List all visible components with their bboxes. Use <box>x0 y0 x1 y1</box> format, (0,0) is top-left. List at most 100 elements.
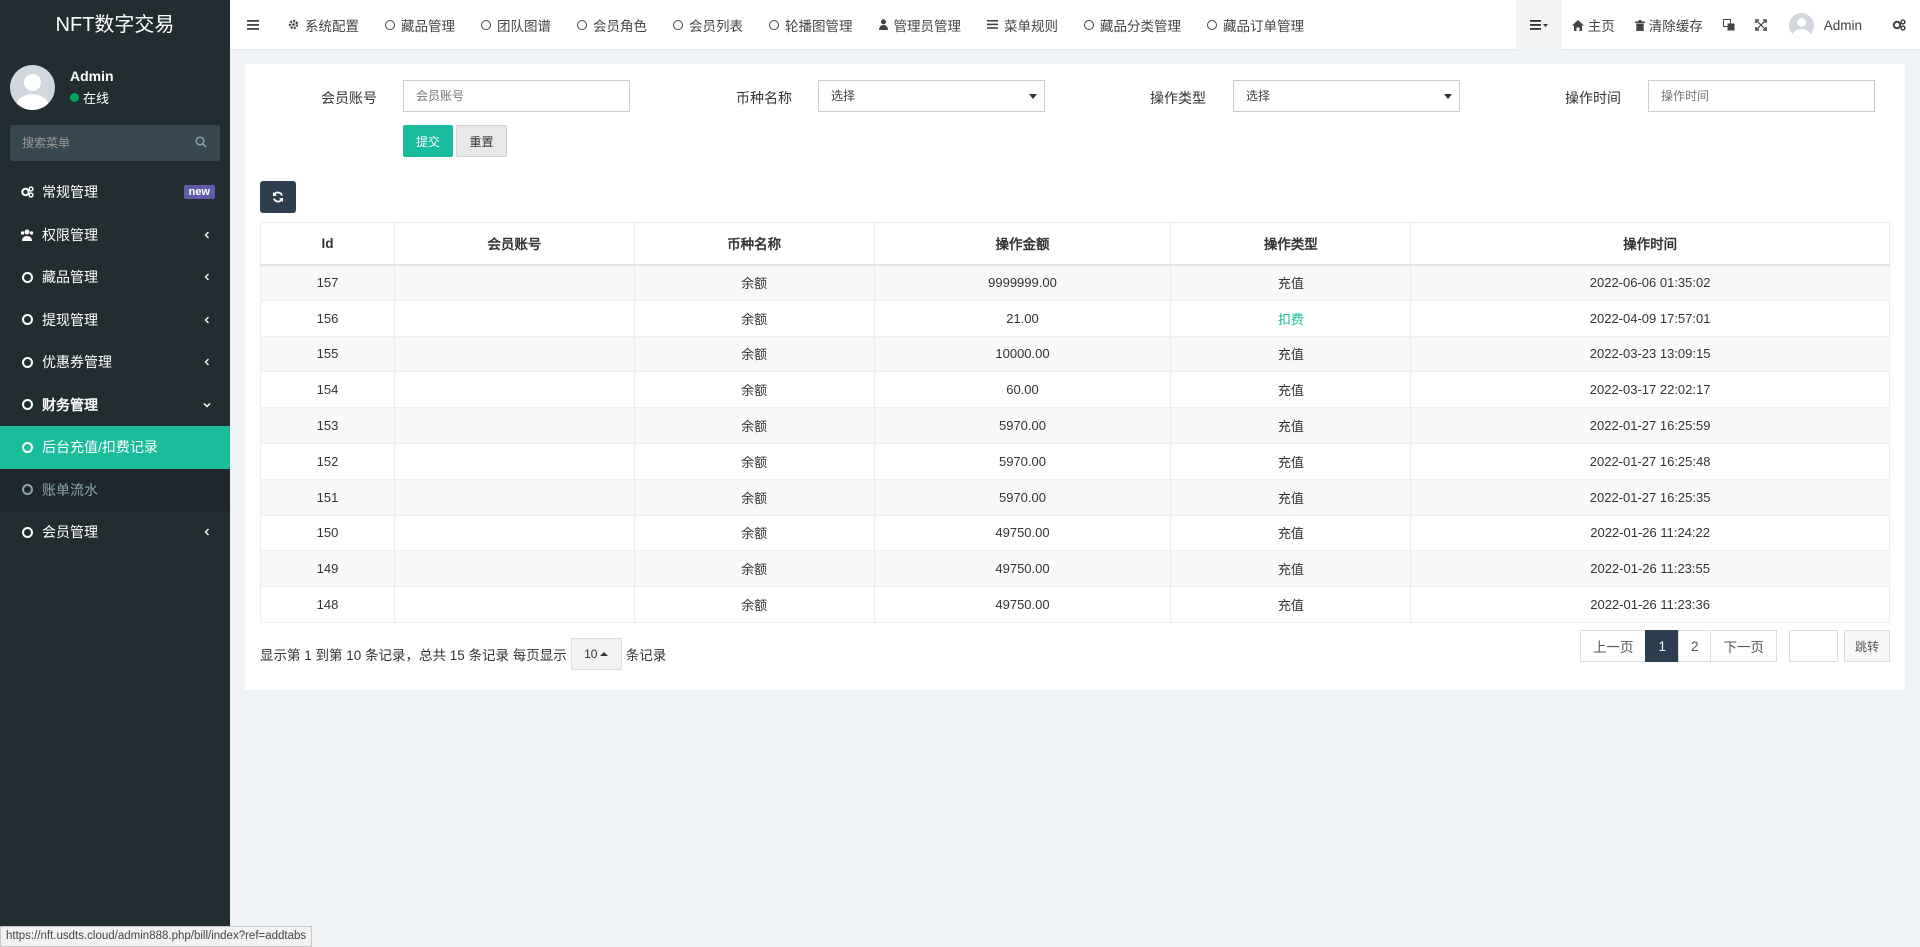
search-icon[interactable] <box>195 136 207 148</box>
column-header-type[interactable]: 操作类型 <box>1170 222 1412 266</box>
sidebar-item-bill-flow[interactable]: 账单流水 <box>0 468 230 511</box>
pagination-info: 显示第 1 到第 10 条记录，总共 15 条记录 每页显示 10 条记录 <box>260 638 666 670</box>
sidebar-item-recharge-records[interactable]: 后台充值/扣费记录 <box>0 426 230 469</box>
sidebar-item-general[interactable]: 常规管理 new <box>0 171 230 214</box>
table-row[interactable]: 153 余额 5970.00 充值 2022-01-27 16:25:59 <box>260 407 1890 444</box>
tab-label: 会员角色 <box>593 18 647 34</box>
table-row[interactable]: 149 余额 49750.00 充值 2022-01-26 11:23:55 <box>260 550 1890 588</box>
tab-member-role[interactable]: 会员角色 <box>564 0 660 50</box>
cell-currency: 余额 <box>633 300 875 337</box>
cell-time: 2022-01-26 11:23:36 <box>1410 586 1890 623</box>
cell-id: 150 <box>260 515 395 552</box>
currency-select[interactable]: 选择 <box>818 80 1045 112</box>
optype-select-value: 选择 <box>1246 89 1271 103</box>
cell-type: 充值 <box>1170 336 1412 373</box>
column-header-id[interactable]: Id <box>260 222 395 266</box>
table-row[interactable]: 152 余额 5970.00 充值 2022-01-27 16:25:48 <box>260 443 1890 480</box>
user-status-label: 在线 <box>83 91 110 106</box>
brand-logo[interactable]: NFT数字交易 <box>0 0 230 50</box>
circle-o-icon <box>21 441 33 453</box>
submit-button[interactable]: 提交 <box>403 125 453 157</box>
reset-button[interactable]: 重置 <box>456 125 507 157</box>
chevron-left-icon <box>204 358 209 366</box>
cell-currency: 余额 <box>633 264 875 301</box>
table-row[interactable]: 148 余额 49750.00 充值 2022-01-26 11:23:36 <box>260 586 1890 623</box>
user-name: Admin <box>70 68 114 84</box>
user-menu[interactable]: Admin <box>1777 0 1882 50</box>
account-filter-input[interactable] <box>403 80 630 112</box>
tab-admin-manage[interactable]: 管理员管理 <box>866 0 975 50</box>
sidebar-item-permission[interactable]: 权限管理 <box>0 214 230 257</box>
cell-id: 155 <box>260 336 395 373</box>
page-button-1[interactable]: 1 <box>1645 630 1679 662</box>
cell-currency: 余额 <box>633 479 875 516</box>
column-header-amount[interactable]: 操作金额 <box>873 222 1172 266</box>
refresh-button[interactable] <box>260 181 296 213</box>
tab-label: 藏品订单管理 <box>1223 18 1304 34</box>
optype-select[interactable]: 选择 <box>1233 80 1460 112</box>
cell-type: 充值 <box>1170 550 1412 588</box>
cell-amount: 5970.00 <box>873 407 1172 444</box>
currency-filter-label: 币种名称 <box>736 90 792 106</box>
cell-currency: 余额 <box>633 407 875 444</box>
tab-collection-orders[interactable]: 藏品订单管理 <box>1194 0 1317 50</box>
tab-collection-manage[interactable]: 藏品管理 <box>372 0 468 50</box>
sidebar-search <box>10 125 220 161</box>
page-size-dropdown[interactable]: 10 <box>570 638 622 670</box>
list-icon <box>987 20 998 29</box>
column-header-account[interactable]: 会员账号 <box>393 222 635 266</box>
bars-icon <box>246 19 259 30</box>
sidebar-item-collection[interactable]: 藏品管理 <box>0 256 230 299</box>
gear-icon <box>288 19 299 30</box>
tab-menu-rules[interactable]: 菜单规则 <box>974 0 1071 50</box>
tab-system-config[interactable]: 系统配置 <box>275 0 372 50</box>
cell-currency: 余额 <box>633 550 875 588</box>
column-header-time[interactable]: 操作时间 <box>1410 222 1890 266</box>
top-navbar: 系统配置 藏品管理 团队图谱 会员角色 会员列表 轮播图管理 管理员管理 菜单规… <box>230 0 1920 50</box>
jump-button[interactable]: 跳转 <box>1843 630 1890 662</box>
language-button[interactable] <box>1713 0 1745 50</box>
table-row[interactable]: 151 余额 5970.00 充值 2022-01-27 16:25:35 <box>260 479 1890 516</box>
tab-collection-category[interactable]: 藏品分类管理 <box>1071 0 1194 50</box>
cell-id: 151 <box>260 479 395 516</box>
translate-icon <box>1722 19 1735 31</box>
sidebar-item-finance[interactable]: 财务管理 <box>0 384 230 427</box>
cell-time: 2022-01-26 11:24:22 <box>1410 515 1890 552</box>
tab-team-graph[interactable]: 团队图谱 <box>468 0 564 50</box>
sidebar-item-member[interactable]: 会员管理 <box>0 511 230 554</box>
optime-filter-input[interactable] <box>1648 80 1875 112</box>
cogs-icon <box>20 185 34 199</box>
chevron-left-icon <box>204 528 209 536</box>
tabs-dropdown-button[interactable] <box>1515 0 1562 50</box>
tab-member-list[interactable]: 会员列表 <box>660 0 756 50</box>
sidebar-toggle-button[interactable] <box>230 0 275 50</box>
fullscreen-button[interactable] <box>1745 0 1777 50</box>
cell-id: 154 <box>260 371 395 409</box>
clear-cache-button[interactable]: 清除缓存 <box>1625 0 1713 50</box>
table-row[interactable]: 150 余额 49750.00 充值 2022-01-26 11:24:22 <box>260 515 1890 552</box>
sidebar-item-coupon[interactable]: 优惠券管理 <box>0 341 230 384</box>
tab-carousel[interactable]: 轮播图管理 <box>756 0 866 50</box>
cell-type: 充值 <box>1170 407 1412 444</box>
prev-page-button[interactable]: 上一页 <box>1579 630 1647 662</box>
sidebar-search-input[interactable] <box>10 125 220 161</box>
circle-o-icon <box>385 19 395 30</box>
circle-o-icon <box>21 399 33 411</box>
cell-type: 充值 <box>1170 479 1412 516</box>
circle-o-icon <box>769 19 779 30</box>
table-row[interactable]: 156 余额 21.00 扣费 2022-04-09 17:57:01 <box>260 300 1890 337</box>
table-row[interactable]: 157 余额 9999999.00 充值 2022-06-06 01:35:02 <box>260 264 1890 301</box>
page-button-2[interactable]: 2 <box>1677 630 1712 662</box>
next-page-button[interactable]: 下一页 <box>1710 630 1777 662</box>
clear-cache-label: 清除缓存 <box>1648 19 1703 34</box>
table-row[interactable]: 154 余额 60.00 充值 2022-03-17 22:02:17 <box>260 371 1890 409</box>
cell-currency: 余额 <box>633 515 875 552</box>
table-row[interactable]: 155 余额 10000.00 充值 2022-03-23 13:09:15 <box>260 336 1890 373</box>
jump-page-input[interactable] <box>1788 630 1838 662</box>
home-link[interactable]: 主页 <box>1562 0 1625 50</box>
sidebar-item-withdraw[interactable]: 提现管理 <box>0 299 230 342</box>
column-header-currency[interactable]: 币种名称 <box>633 222 875 266</box>
sidebar-item-label: 账单流水 <box>42 481 98 498</box>
settings-button[interactable] <box>1882 0 1920 50</box>
caret-down-icon <box>1029 94 1037 99</box>
